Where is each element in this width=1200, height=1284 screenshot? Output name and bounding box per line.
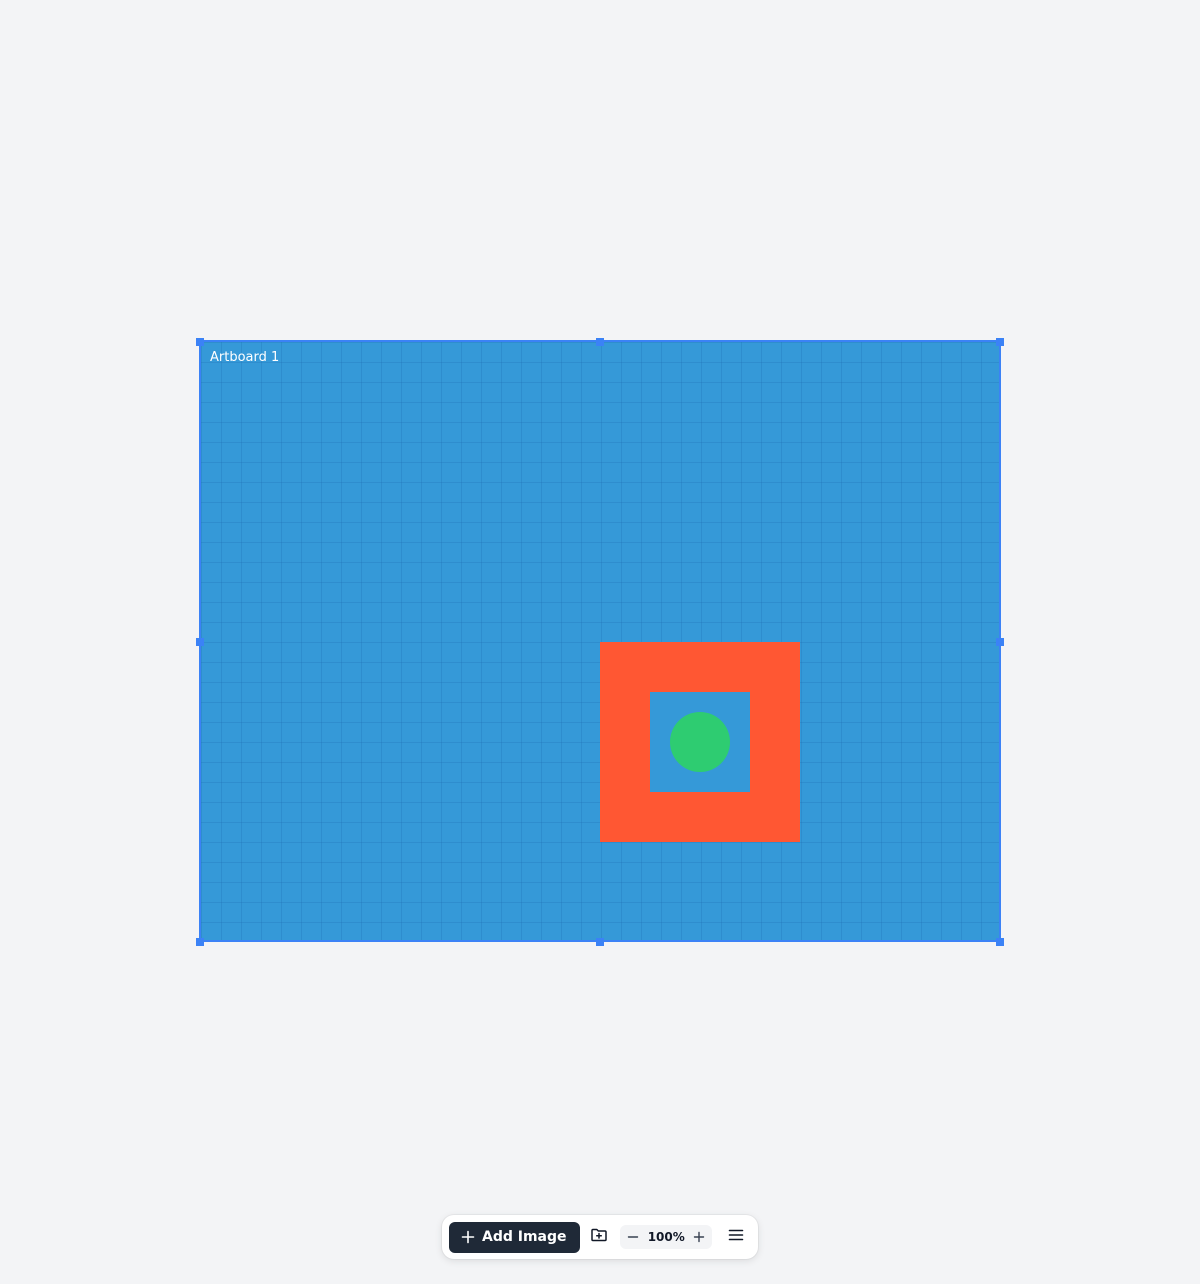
add-image-button[interactable]: Add Image	[449, 1221, 580, 1253]
folder-plus-icon	[590, 1226, 608, 1248]
blue-square-shape[interactable]	[650, 692, 750, 792]
plus-icon	[693, 1228, 705, 1247]
resize-handle-bottom-left[interactable]	[196, 938, 204, 946]
resize-handle-top-right[interactable]	[996, 338, 1004, 346]
resize-handle-top-center[interactable]	[596, 338, 604, 346]
plus-icon	[461, 1230, 475, 1244]
bottom-toolbar: Add Image 100%	[442, 1215, 758, 1259]
resize-handle-top-left[interactable]	[196, 338, 204, 346]
resize-handle-bottom-center[interactable]	[596, 938, 604, 946]
minus-icon	[627, 1228, 639, 1247]
zoom-level: 100%	[647, 1230, 685, 1244]
resize-handle-middle-left[interactable]	[196, 638, 204, 646]
green-circle-shape[interactable]	[670, 712, 730, 772]
resize-handle-middle-right[interactable]	[996, 638, 1004, 646]
add-image-label: Add Image	[482, 1229, 567, 1245]
orange-square-shape[interactable]	[600, 642, 800, 842]
zoom-in-button[interactable]	[688, 1226, 710, 1248]
artboard-label: Artboard 1	[210, 350, 280, 365]
artboard[interactable]: Artboard 1	[199, 340, 1001, 942]
open-folder-button[interactable]	[584, 1221, 615, 1253]
hamburger-menu-icon	[727, 1226, 745, 1248]
menu-button[interactable]	[720, 1221, 751, 1253]
zoom-control: 100%	[620, 1225, 713, 1249]
zoom-out-button[interactable]	[622, 1226, 644, 1248]
resize-handle-bottom-right[interactable]	[996, 938, 1004, 946]
